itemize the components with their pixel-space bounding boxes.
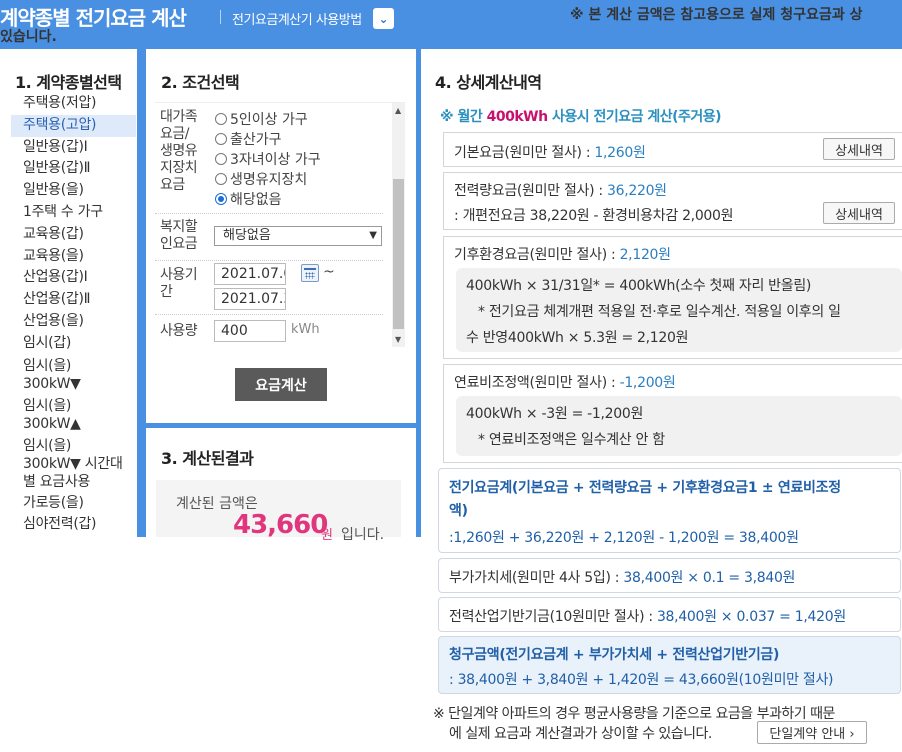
bill-title: 청구금액(전기요금계 + 부가가치세 + 전력산업기반기금) bbox=[449, 647, 780, 663]
conditions-title: 2. 조건선택 bbox=[161, 73, 240, 92]
fund-text: 전력산업기반기금(10원미만 절사) : 38,400원 × 0.037 = 1… bbox=[449, 609, 846, 625]
radio-option[interactable]: 출산가구 bbox=[215, 129, 282, 149]
base-fee-box: 기본요금(원미만 절사) : 1,260원 상세내역 bbox=[443, 132, 902, 167]
howto-link[interactable]: 전기요금계산기 사용방법 bbox=[232, 9, 362, 28]
radio-option[interactable]: 생명유지장치 bbox=[215, 169, 307, 189]
climate-calc-box: 400kWh × 31/31일* = 400kWh(소수 첫째 자리 반올림) … bbox=[456, 268, 902, 352]
contract-type-title: 1. 계약종별선택 bbox=[15, 73, 122, 92]
period-label: 사용기 간 bbox=[160, 267, 198, 300]
period-row: 사용기 간 2021.07.01 ~ 2021.07.31 bbox=[155, 261, 383, 315]
contract-item[interactable]: 임시(을) 300kW▼ 시간대 별 요금사용 bbox=[11, 435, 136, 493]
base-fee-text: 기본요금(원미만 절사) : 1,260원 bbox=[454, 145, 646, 161]
fuel-calc-line: 400kWh × -3원 = -1,200원 bbox=[466, 406, 644, 422]
climate-calc-note: * 전기요금 체계개편 적용일 전·후로 일수계산. 적용일 이후의 일 bbox=[478, 304, 841, 320]
fuel-adjust-box: 연료비조정액(원미만 절사) : -1,200원 400kWh × -3원 = … bbox=[443, 364, 902, 463]
contract-item[interactable]: 산업용(갑)Ⅱ bbox=[11, 289, 136, 311]
calendar-icon[interactable] bbox=[301, 264, 319, 282]
welfare-row: 복지할 인요금 해당없음 ▼ bbox=[155, 214, 383, 261]
contract-item[interactable]: 산업용(갑)Ⅰ bbox=[11, 267, 136, 289]
details-title: 4. 상세계산내역 bbox=[435, 73, 542, 92]
contract-item[interactable]: 교육용(갑) bbox=[11, 224, 136, 246]
result-amount: 43,660 bbox=[233, 510, 328, 540]
contract-item[interactable]: 심야전력(갑) bbox=[11, 514, 136, 536]
header-divider bbox=[220, 10, 221, 24]
radio-icon[interactable] bbox=[215, 113, 227, 125]
details-subtitle: ※ 월간 400kWh 사용시 전기요금 계산(주거용) bbox=[440, 109, 722, 125]
climate-calc-line: 400kWh × 31/31일* = 400kWh(소수 첫째 자리 반올림) bbox=[466, 278, 812, 294]
welfare-select[interactable]: 해당없음 ▼ bbox=[214, 226, 382, 246]
conditions-form: 대가족 요금/ 생명유 지장치 요금 5인이상 가구 출산가구 3자녀이상 가구… bbox=[155, 102, 405, 347]
usage-unit: kWh bbox=[291, 322, 320, 337]
discount-row: 대가족 요금/ 생명유 지장치 요금 5인이상 가구 출산가구 3자녀이상 가구… bbox=[155, 103, 383, 214]
contract-item[interactable]: 1주택 수 가구 bbox=[11, 202, 136, 224]
header-notice-cont: 있습니다. bbox=[0, 29, 57, 45]
total-calc: :1,260원 + 36,220원 + 2,120원 - 1,200원 = 38… bbox=[449, 530, 799, 546]
welfare-label: 복지할 인요금 bbox=[160, 219, 198, 252]
contract-item[interactable]: 임시(갑) bbox=[11, 333, 136, 355]
radio-option-selected[interactable]: 해당없음 bbox=[215, 189, 282, 209]
discount-label: 대가족 요금/ 생명유 지장치 요금 bbox=[160, 109, 198, 193]
contract-item-selected[interactable]: 주택용(고압) bbox=[11, 114, 136, 137]
climate-calc-line: 수 반영400kWh × 5.3원 = 2,120원 bbox=[466, 330, 689, 346]
result-title: 3. 계산된결과 bbox=[161, 449, 254, 468]
total-title-cont: 액) bbox=[449, 503, 468, 519]
result-tail: 입니다. bbox=[341, 527, 385, 543]
fuel-calc-note: * 연료비조정액은 일수계산 안 함 bbox=[478, 432, 665, 448]
radio-option[interactable]: 3자녀이상 가구 bbox=[215, 149, 321, 169]
scroll-down-icon[interactable]: ▼ bbox=[395, 335, 401, 344]
result-box: 계산된 금액은 43,660 원 입니다. bbox=[156, 480, 401, 543]
contract-item[interactable]: 산업용(을) bbox=[11, 311, 136, 333]
chevron-down-icon[interactable]: ⌄ bbox=[373, 8, 394, 29]
period-separator: ~ bbox=[323, 264, 335, 280]
header-notice: ※ 본 계산 금액은 참고용으로 실제 청구요금과 상 bbox=[570, 7, 863, 23]
climate-fee-box: 기후환경요금(원미만 절사) : 2,120원 400kWh × 31/31일*… bbox=[443, 236, 902, 359]
usage-input[interactable]: 400 bbox=[214, 320, 286, 342]
vat-text: 부가가치세(원미만 4사 5입) : 38,400원 × 0.1 = 3,840… bbox=[449, 570, 796, 586]
contract-item[interactable]: 임시(을) 300kW▼ bbox=[11, 355, 136, 395]
climate-fee-text: 기후환경요금(원미만 절사) : 2,120원 bbox=[454, 247, 671, 263]
form-scrollbar[interactable]: ▲ ▼ bbox=[392, 103, 405, 347]
contract-type-list: 주택용(저압) 주택용(고압) 일반용(갑)Ⅰ 일반용(갑)Ⅱ 일반용(을) 1… bbox=[11, 93, 136, 536]
contract-type-panel: 1. 계약종별선택 주택용(저압) 주택용(고압) 일반용(갑)Ⅰ 일반용(갑)… bbox=[0, 49, 141, 537]
contract-item[interactable]: 임시(을) 300kW▲ bbox=[11, 395, 136, 435]
scroll-up-icon[interactable]: ▲ bbox=[395, 106, 401, 115]
energy-fee-box: 전력량요금(원미만 절사) : 36,220원 : 개편전요금 38,220원 … bbox=[443, 172, 902, 230]
scroll-thumb[interactable] bbox=[393, 179, 404, 329]
calculator-page: 계약종별 전기요금 계산 전기요금계산기 사용방법 ⌄ ※ 본 계산 금액은 참… bbox=[0, 0, 902, 752]
single-contract-button[interactable]: 단일계약 안내 › bbox=[757, 721, 867, 744]
contract-item[interactable]: 주택용(저압) bbox=[11, 93, 136, 115]
energy-fee-detail-button[interactable]: 상세내역 bbox=[823, 202, 895, 224]
contract-item[interactable]: 일반용(갑)Ⅰ bbox=[11, 137, 136, 159]
fuel-calc-box: 400kWh × -3원 = -1,200원 * 연료비조정액은 일수계산 안 … bbox=[456, 396, 902, 456]
radio-icon[interactable] bbox=[215, 173, 227, 185]
base-fee-detail-button[interactable]: 상세내역 bbox=[823, 138, 895, 160]
radio-icon[interactable] bbox=[215, 133, 227, 145]
result-unit: 원 bbox=[321, 528, 333, 543]
calculate-button[interactable]: 요금계산 bbox=[235, 368, 327, 401]
fuel-adjust-text: 연료비조정액(원미만 절사) : -1,200원 bbox=[454, 375, 676, 391]
period-end-input[interactable]: 2021.07.31 bbox=[214, 288, 286, 310]
total-box: 전기요금계(기본요금 + 전력량요금 + 기후환경요금1 ± 연료비조정 액) … bbox=[438, 468, 901, 553]
vat-box: 부가가치세(원미만 4사 5입) : 38,400원 × 0.1 = 3,840… bbox=[438, 558, 901, 593]
bill-box: 청구금액(전기요금계 + 부가가치세 + 전력산업기반기금) : 38,400원… bbox=[438, 636, 901, 694]
contract-item[interactable]: 일반용(을) bbox=[11, 180, 136, 202]
usage-row: 사용량 400 kWh bbox=[155, 315, 383, 347]
contract-item[interactable]: 일반용(갑)Ⅱ bbox=[11, 158, 136, 180]
total-title: 전기요금계(기본요금 + 전력량요금 + 기후환경요금1 ± 연료비조정 bbox=[449, 480, 841, 496]
radio-icon[interactable] bbox=[215, 153, 227, 165]
header-bar: 계약종별 전기요금 계산 전기요금계산기 사용방법 ⌄ ※ 본 계산 금액은 참… bbox=[0, 0, 902, 49]
fund-box: 전력산업기반기금(10원미만 절사) : 38,400원 × 0.037 = 1… bbox=[438, 597, 901, 632]
energy-fee-breakdown: : 개편전요금 38,220원 - 환경비용차감 2,000원 bbox=[454, 208, 734, 224]
usage-label: 사용량 bbox=[160, 323, 198, 339]
contract-item[interactable]: 교육용(을) bbox=[11, 246, 136, 268]
radio-option[interactable]: 5인이상 가구 bbox=[215, 109, 308, 129]
energy-fee-text: 전력량요금(원미만 절사) : 36,220원 bbox=[454, 183, 667, 199]
contract-item[interactable]: 가로등(을) bbox=[11, 493, 136, 515]
chevron-down-icon: ▼ bbox=[369, 230, 377, 241]
radio-checked-icon[interactable] bbox=[215, 193, 227, 205]
bill-calc: : 38,400원 + 3,840원 + 1,420원 = 43,660원(10… bbox=[449, 672, 834, 688]
period-start-input[interactable]: 2021.07.01 bbox=[214, 263, 286, 285]
